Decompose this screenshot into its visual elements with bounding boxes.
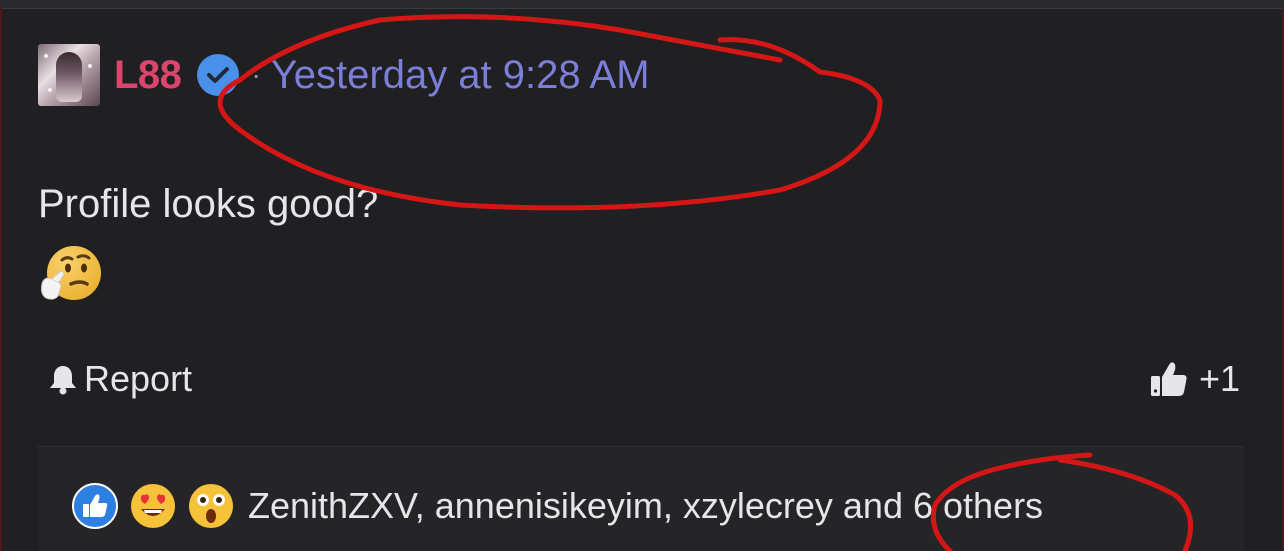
post-header: L88 · Yesterday at 9:28 AM (38, 44, 650, 106)
avatar-sparkle (48, 88, 52, 92)
post-timestamp[interactable]: Yesterday at 9:28 AM (271, 53, 650, 98)
like-count: +1 (1198, 358, 1240, 399)
like-button[interactable]: +1 (1149, 358, 1240, 400)
thumbs-up-icon (1150, 362, 1187, 396)
separator-dot: · (251, 59, 261, 90)
reactions-bar[interactable]: ZenithZXV, annenisikeyim, xzylecrey and … (38, 446, 1244, 551)
thinking-face-icon (41, 246, 101, 300)
left-border (0, 8, 2, 551)
avatar-figure (56, 52, 82, 102)
like-reaction-icon (72, 483, 118, 529)
reactions-row: ZenithZXV, annenisikeyim, xzylecrey and … (72, 483, 1043, 529)
heart-eyes-reaction-icon (131, 484, 175, 528)
astonished-reaction-icon (189, 484, 233, 528)
bell-icon (50, 366, 76, 395)
avatar-sparkle (88, 64, 92, 68)
avatar[interactable] (38, 44, 100, 106)
report-button[interactable]: Report (46, 358, 192, 400)
avatar-sparkle (44, 54, 48, 58)
top-divider (0, 0, 1284, 9)
username[interactable]: L88 (114, 53, 182, 98)
verified-badge-icon (197, 54, 240, 96)
post-message: Profile looks good? (38, 182, 379, 226)
report-label: Report (84, 358, 193, 399)
reactors-summary[interactable]: ZenithZXV, annenisikeyim, xzylecrey and … (248, 485, 1043, 527)
post-card: L88 · Yesterday at 9:28 AM Profile looks… (0, 0, 1284, 551)
